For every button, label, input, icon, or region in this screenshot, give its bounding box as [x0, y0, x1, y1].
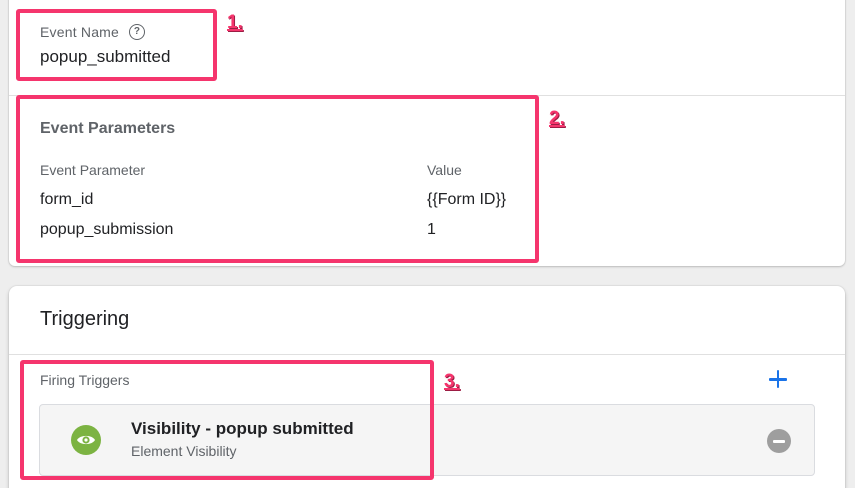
- annotation-box-2: [16, 95, 539, 263]
- plus-icon[interactable]: [766, 367, 790, 391]
- annotation-label-3: 3.: [444, 371, 460, 392]
- section-divider: [9, 354, 845, 355]
- annotation-box-1: [16, 9, 217, 81]
- triggering-title: Triggering: [40, 308, 130, 330]
- minus-circle-icon[interactable]: [767, 429, 791, 453]
- annotation-label-2: 2.: [549, 108, 565, 129]
- gtm-tag-configuration: Event Name ? popup_submitted Event Param…: [0, 0, 855, 488]
- annotation-label-1: 1.: [227, 12, 243, 33]
- annotation-box-3: [20, 360, 434, 480]
